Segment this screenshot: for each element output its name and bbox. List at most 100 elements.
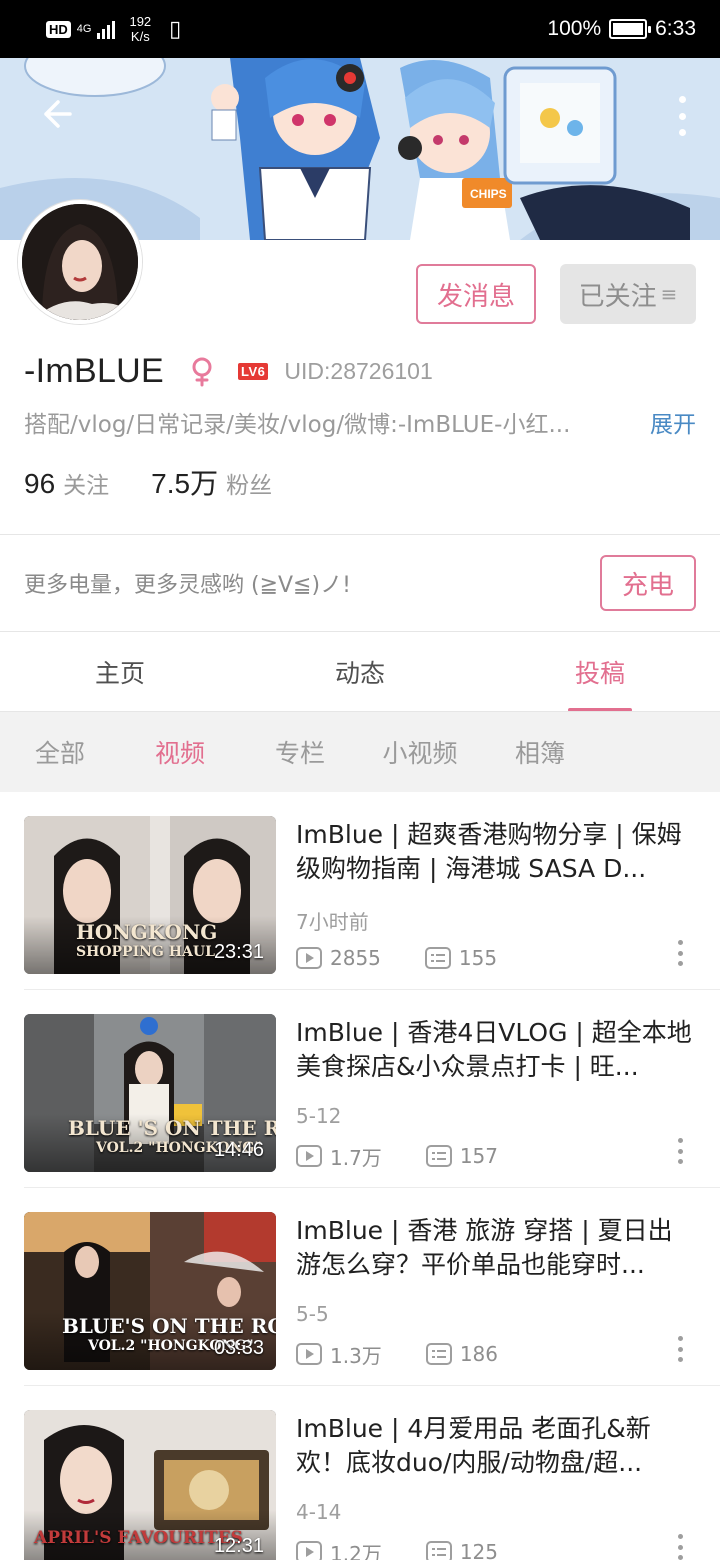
play-count: 1.3万: [330, 1343, 382, 1368]
svg-text:CHIPS: CHIPS: [470, 187, 507, 201]
battery-percent: 100%: [547, 17, 602, 40]
network-speed: 192 K/s: [129, 14, 152, 44]
charge-text: 更多电量，更多灵感哟 (≧V≦)ノ!: [24, 573, 351, 598]
following-stat[interactable]: 96 关注: [24, 466, 109, 500]
thumbnail-text: HONGKONG SHOPPING HAUL: [76, 920, 218, 960]
followed-button[interactable]: 已关注 ≡: [560, 264, 696, 324]
more-vertical-icon: [678, 96, 686, 103]
vibrate-icon: ▯: [169, 16, 182, 41]
danmaku-count: 186: [459, 1342, 498, 1366]
video-more-button[interactable]: [676, 940, 684, 966]
video-time: 5-12: [296, 1104, 342, 1128]
video-time: 7小时前: [296, 910, 369, 934]
danmaku-icon: [425, 1145, 452, 1167]
following-label: 关注: [63, 473, 110, 499]
video-duration: 23:31: [213, 941, 264, 963]
uid-text: UID:28726101: [284, 357, 433, 384]
subtab-video[interactable]: 视频: [120, 712, 240, 792]
play-count-icon: [296, 1145, 322, 1167]
more-vertical-icon: [677, 1534, 683, 1539]
female-gender-icon: [192, 357, 212, 387]
bio-text: 搭配/vlog/日常记录/美妆/vlog/微博:-ImBLUE-小红...: [24, 412, 571, 438]
video-time: 4-14: [296, 1500, 342, 1524]
play-count-icon: [296, 947, 322, 969]
play-count-icon: [296, 1541, 322, 1560]
more-options-button[interactable]: [674, 96, 690, 136]
avatar-image: [22, 204, 138, 320]
danmaku-count: 157: [459, 1144, 498, 1168]
danmaku-count: 125: [459, 1540, 498, 1560]
video-item[interactable]: BLUE 'S ON THE ROAD VOL.2 "HONGKONG" 14:…: [0, 990, 720, 1188]
followers-label: 粉丝: [226, 473, 273, 499]
video-thumbnail[interactable]: BLUE 'S ON THE ROAD VOL.2 "HONGKONG" 14:…: [24, 1014, 276, 1172]
video-item[interactable]: APRIL'S FAVOURITES 12:31 ImBlue | 4月爱用品 …: [0, 1386, 720, 1560]
video-title[interactable]: ImBlue | 4月爱用品 老面孔&新欢！底妆duo/内服/动物盘/超...: [296, 1412, 692, 1482]
stats-row: 96 关注 7.5万 粉丝: [24, 462, 272, 506]
username: -ImBLUE: [24, 351, 165, 390]
danmaku-count: 155: [458, 946, 498, 970]
back-arrow-icon: [44, 100, 72, 128]
tab-dynamic[interactable]: 动态: [240, 632, 480, 712]
video-meta: 1.3万 186: [296, 1340, 498, 1368]
subtab-album[interactable]: 相簿: [480, 712, 600, 792]
video-list: HONGKONG SHOPPING HAUL 23:31 ImBlue | 超爽…: [0, 792, 720, 1560]
video-more-button[interactable]: [676, 1138, 684, 1164]
video-duration: 14:46: [213, 1139, 264, 1161]
bio-row: 搭配/vlog/日常记录/美妆/vlog/微博:-ImBLUE-小红... 展开: [24, 404, 696, 440]
more-vertical-icon: [677, 1336, 683, 1341]
avatar[interactable]: [18, 200, 142, 324]
video-title[interactable]: ImBlue | 香港 旅游 穿搭 | 夏日出游怎么穿？平价单品也能穿时...: [296, 1214, 692, 1284]
send-message-button[interactable]: 发消息: [416, 264, 536, 324]
followed-label: 已关注: [578, 281, 657, 312]
video-time: 5-5: [296, 1302, 329, 1326]
video-thumbnail[interactable]: HONGKONG SHOPPING HAUL 23:31: [24, 816, 276, 974]
more-vertical-icon: [677, 940, 683, 945]
video-meta: 1.2万 125: [296, 1538, 498, 1560]
video-more-button[interactable]: [676, 1336, 684, 1362]
subtab-column[interactable]: 专栏: [240, 712, 360, 792]
hd-icon: HD: [46, 20, 71, 38]
menu-lines-icon: ≡: [660, 282, 678, 306]
video-title[interactable]: ImBlue | 超爽香港购物分享 | 保姆级购物指南 | 海港城 SASA D…: [296, 818, 692, 888]
video-duration: 03:33: [213, 1337, 264, 1359]
upload-subtabs: 全部 视频 专栏 小视频 相簿: [0, 712, 720, 792]
video-thumbnail[interactable]: APRIL'S FAVOURITES 12:31: [24, 1410, 276, 1560]
subtab-short-video[interactable]: 小视频: [360, 712, 480, 792]
network-type: 4G: [76, 22, 92, 35]
thumbnail-text: APRIL'S FAVOURITES: [34, 1528, 243, 1548]
video-meta: 2855 155: [296, 944, 497, 972]
tab-home[interactable]: 主页: [0, 632, 240, 712]
more-vertical-icon: [677, 1138, 683, 1143]
video-thumbnail[interactable]: BLUE'S ON THE ROAD VOL.2 "HONGKONG" 03:3…: [24, 1212, 276, 1370]
video-item[interactable]: BLUE'S ON THE ROAD VOL.2 "HONGKONG" 03:3…: [0, 1188, 720, 1386]
play-count: 2855: [330, 946, 381, 970]
tab-uploads[interactable]: 投稿: [480, 632, 720, 712]
video-duration: 12:31: [213, 1535, 264, 1557]
video-title[interactable]: ImBlue | 香港4日VLOG | 超全本地美食探店&小众景点打卡 | 旺.…: [296, 1016, 692, 1086]
video-more-button[interactable]: [676, 1534, 684, 1560]
charge-section: 更多电量，更多灵感哟 (≧V≦)ノ! 充电: [0, 535, 720, 631]
level-badge: LV6: [238, 362, 269, 380]
video-meta: 1.7万 157: [296, 1142, 498, 1170]
charge-button[interactable]: 充电: [600, 555, 696, 611]
following-count: 96: [24, 468, 56, 499]
subtab-all[interactable]: 全部: [0, 712, 120, 792]
danmaku-icon: [424, 947, 451, 969]
profile-page: HD 4G 192 K/s ▯ 100% 6:33 CHIPS 发消息 已关注 …: [0, 0, 720, 1560]
play-count: 1.7万: [330, 1145, 382, 1170]
followers-stat[interactable]: 7.5万 粉丝: [151, 462, 272, 502]
battery-icon: [609, 19, 652, 39]
play-count: 1.2万: [330, 1541, 382, 1560]
followers-count: 7.5万: [151, 468, 219, 499]
signal-icon: [97, 19, 116, 39]
clock: 6:33: [655, 17, 696, 40]
danmaku-icon: [425, 1541, 452, 1560]
video-item[interactable]: HONGKONG SHOPPING HAUL 23:31 ImBlue | 超爽…: [0, 792, 720, 990]
expand-link[interactable]: 展开: [650, 405, 696, 439]
status-bar: HD 4G 192 K/s ▯ 100% 6:33: [0, 0, 720, 58]
profile-tabs: 主页 动态 投稿: [0, 632, 720, 712]
danmaku-icon: [425, 1343, 452, 1365]
back-button[interactable]: [36, 94, 76, 134]
play-count-icon: [296, 1343, 322, 1365]
name-row: -ImBLUE LV6 UID:28726101: [24, 346, 433, 396]
